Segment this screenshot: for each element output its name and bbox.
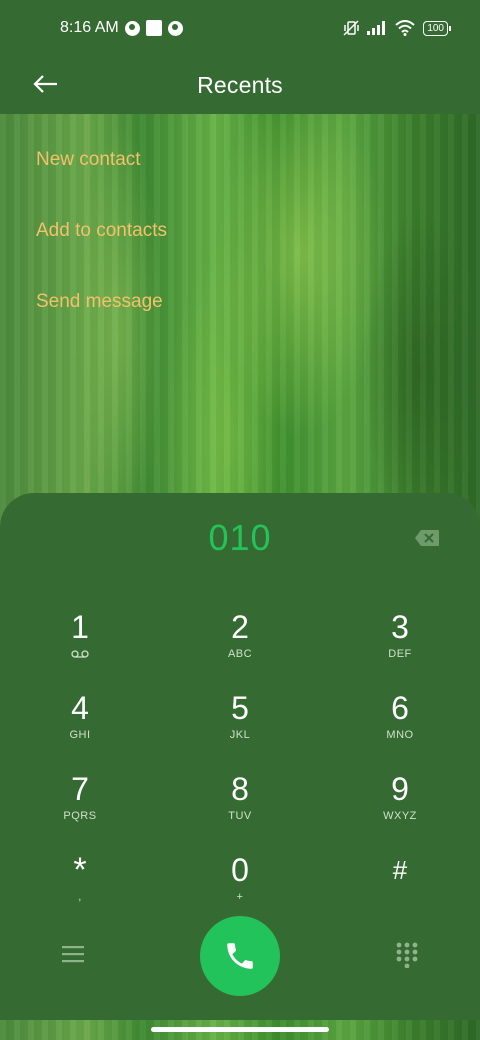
call-button[interactable] — [200, 916, 280, 996]
notification-square-icon — [145, 20, 162, 36]
status-time: 8:16 AM — [60, 19, 119, 36]
signal-icon — [367, 21, 386, 35]
key-4[interactable]: 4 GHI — [20, 690, 140, 760]
key-letters: GHI — [69, 729, 91, 741]
key-star[interactable]: * , — [20, 852, 140, 922]
mute-vibrate-icon — [343, 20, 360, 36]
key-letters: DEF — [388, 648, 412, 660]
key-letters: TUV — [228, 810, 252, 822]
back-arrow-icon — [33, 75, 57, 93]
key-5[interactable]: 5 JKL — [180, 690, 300, 760]
key-digit: 9 — [391, 771, 409, 807]
key-letters: JKL — [229, 729, 251, 741]
key-digit: 0 — [231, 852, 249, 888]
add-to-contacts-link[interactable]: Add to contacts — [36, 217, 167, 288]
page-title: Recents — [197, 71, 283, 98]
notification-circle-icon — [167, 20, 183, 36]
key-digit: # — [392, 855, 408, 885]
key-digit: 2 — [231, 609, 249, 645]
key-0[interactable]: 0 + — [180, 852, 300, 922]
key-9[interactable]: 9 WXYZ — [340, 771, 460, 841]
key-2[interactable]: 2 ABC — [180, 609, 300, 679]
key-digit: * — [73, 851, 87, 889]
key-digit: 5 — [231, 690, 249, 726]
phone-icon — [227, 943, 253, 969]
key-letters: , — [78, 891, 82, 903]
voicemail-icon — [71, 650, 89, 658]
key-letters: MNO — [386, 729, 414, 741]
key-hash[interactable]: # — [340, 852, 460, 922]
key-3[interactable]: 3 DEF — [340, 609, 460, 679]
key-digit: 8 — [231, 771, 249, 807]
key-letters: PQRS — [63, 810, 97, 822]
menu-icon[interactable] — [62, 945, 84, 963]
key-digit: 3 — [391, 609, 409, 645]
key-1[interactable]: 1 — [20, 609, 140, 679]
dialed-number[interactable]: 010 — [0, 517, 480, 559]
send-message-link[interactable]: Send message — [36, 288, 167, 359]
key-digit: 7 — [71, 771, 89, 807]
recent-actions-menu: New contact Add to contacts Send message — [36, 146, 167, 359]
key-digit: 4 — [71, 690, 89, 726]
home-indicator[interactable] — [151, 1027, 329, 1032]
title-bar: Recents — [0, 56, 480, 114]
backspace-button[interactable] — [414, 529, 440, 547]
wifi-icon — [395, 20, 415, 36]
key-digit: 1 — [71, 609, 89, 645]
key-8[interactable]: 8 TUV — [180, 771, 300, 841]
key-letters: WXYZ — [383, 810, 417, 822]
dialpad-panel: 010 1 2 ABC 3 DEF 4 GHI 5 JKL 6 MNO 7 PQ… — [0, 493, 480, 1020]
new-contact-link[interactable]: New contact — [36, 146, 167, 217]
key-digit: 6 — [391, 690, 409, 726]
key-letters: ABC — [227, 648, 253, 660]
battery-icon: 100 — [423, 20, 451, 36]
notification-circle-icon — [124, 20, 140, 36]
key-letters: + — [236, 891, 244, 903]
status-bar: 8:16 AM 100 — [0, 0, 480, 56]
dialpad-toggle-icon[interactable] — [396, 942, 418, 968]
back-button[interactable] — [30, 68, 62, 100]
key-6[interactable]: 6 MNO — [340, 690, 460, 760]
key-7[interactable]: 7 PQRS — [20, 771, 140, 841]
